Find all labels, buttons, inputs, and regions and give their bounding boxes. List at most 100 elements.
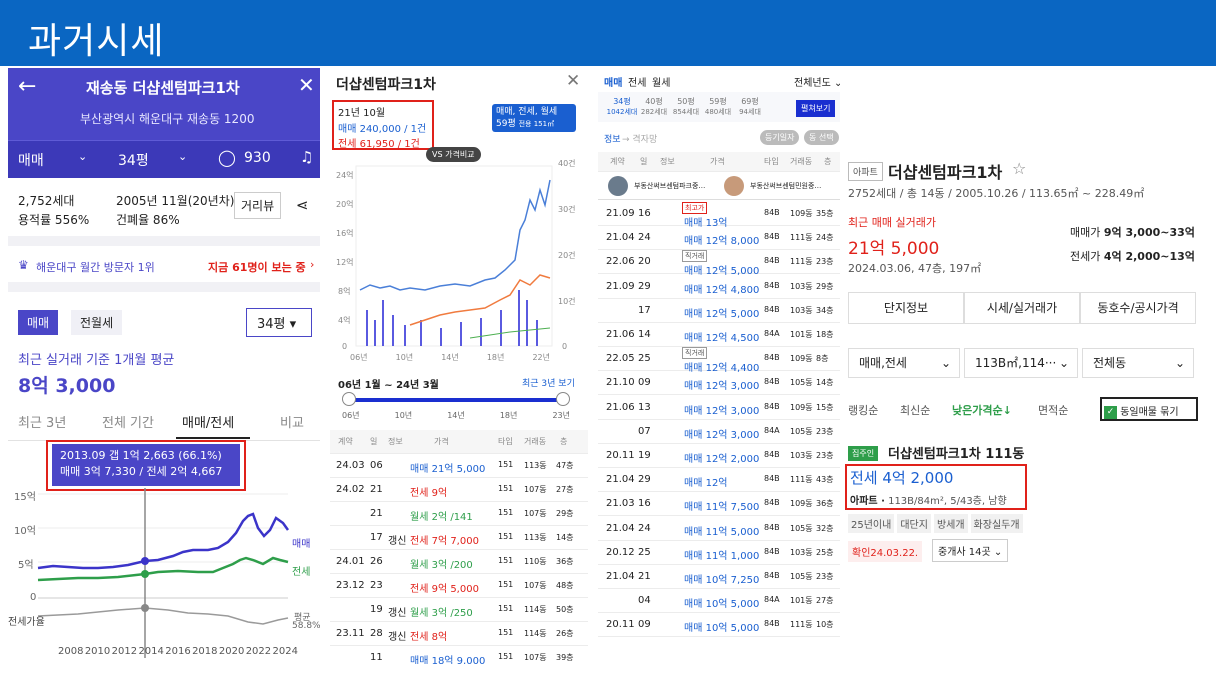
y-left-tick: 20억 [336, 200, 354, 209]
table-row[interactable]: 21.04 29 매매 12억 84B 111동 43층 [598, 468, 840, 493]
table-row[interactable]: 23.11 28 갱신 전세 8억 151 114동 26층 [330, 622, 588, 646]
slider-handle-right[interactable] [556, 392, 570, 406]
y-right-tick: 20건 [558, 251, 576, 260]
table-row[interactable]: 21.04 21 매매 10억 7,250 84B 105동 23층 [598, 565, 840, 589]
back-arrow-icon[interactable]: ← [18, 74, 36, 99]
size-select[interactable]: 34평 ▾ [246, 308, 312, 337]
dong-select-chip[interactable]: 동 선택 [804, 130, 839, 145]
table-row[interactable]: 19 갱신 월세 3억 /250 151 114동 50층 [330, 598, 588, 622]
tab-monthly[interactable]: 월세 [652, 74, 670, 89]
cell-dong: 109동 [790, 209, 813, 218]
comment-count[interactable]: 930 [244, 150, 271, 166]
agent-count-button[interactable]: 중개사 14곳 ⌄ [932, 539, 1009, 562]
checkbox-icon[interactable]: ✓ [1104, 405, 1117, 419]
close-icon[interactable]: ✕ [298, 73, 315, 97]
group-same-label: 동일매물 묶기 [1120, 407, 1179, 418]
table-row[interactable]: 21.06 14 매매 12억 4,500 84A 101동 18층 [598, 323, 840, 347]
comment-icon[interactable]: ◯ [218, 148, 236, 167]
x-tick: 2016 [165, 646, 191, 657]
table-row[interactable]: 21.04 24 매매 12억 8,000 84B 111동 24층 [598, 226, 840, 251]
rent-toggle[interactable]: 전월세 [71, 310, 123, 335]
dong-select[interactable]: 전체동 ⌄ [1082, 348, 1194, 378]
table-row[interactable]: 21 월세 2억 /141 151 107동 29층 [330, 502, 588, 526]
slider-handle-left[interactable] [342, 392, 356, 406]
table-row[interactable]: 17 갱신 전세 7억 7,000 151 113동 14층 [330, 526, 588, 550]
x-axis-labels: 06년 10년 14년 18년 22년 [350, 352, 550, 363]
tab-unit-price[interactable]: 동호수/공시가격 [1080, 292, 1196, 324]
sale-toggle[interactable]: 매매 [18, 310, 59, 335]
cell-price: 매매 12억 3,000 [684, 405, 760, 417]
tab-sale-rent[interactable]: 매매/전세 [182, 412, 234, 431]
size-dropdown[interactable]: 34평 [118, 150, 149, 170]
table-row[interactable]: 21.09 29 매매 12억 4,800 84B 103동 29층 [598, 275, 840, 299]
recent-3y-link[interactable]: 최근 3년 보기 [522, 376, 575, 389]
table-row[interactable]: 24.01 26 월세 3억 /200 151 110동 36층 [330, 550, 588, 574]
table-row[interactable]: 21.10 09 매매 12억 3,000 84B 105동 14층 [598, 371, 840, 396]
year-select[interactable]: 전체년도 ⌄ [794, 74, 840, 89]
size-option[interactable]: 59평 480세대 [702, 96, 734, 118]
tab-rent[interactable]: 전세 [628, 74, 646, 89]
col-header[interactable]: 가격 [710, 156, 725, 167]
size-option[interactable]: 69평 94세대 [734, 96, 766, 118]
tab-recent-3y[interactable]: 최근 3년 [18, 412, 66, 431]
table-row[interactable]: 23.12 23 전세 9억 5,000 151 107동 48층 [330, 574, 588, 598]
agent-name[interactable]: 부동산써브센텀파크중… [634, 181, 705, 191]
table-row[interactable]: 21.03 16 매매 11억 7,500 84B 109동 36층 [598, 492, 840, 517]
group-same-toggle[interactable]: ✓ 동일매물 묶기 [1100, 397, 1198, 421]
table-row[interactable]: 21.09 16 최고가 매매 13억 84B 109동 35층 [598, 202, 840, 229]
tab-price[interactable]: 시세/실거래가 [964, 292, 1080, 324]
filter-button[interactable]: 매매, 전세, 월세 59평 전용 151㎡ [492, 104, 576, 132]
size-option[interactable]: 40평 282세대 [638, 96, 670, 118]
col-header[interactable]: 가격 [434, 436, 449, 447]
sort-latest[interactable]: 최신순 [900, 402, 930, 418]
viewing-count[interactable]: 지금 61명이 보는 중 [208, 259, 306, 275]
agent-name[interactable]: 부동산써브센텀민원중… [750, 181, 821, 191]
sort-area[interactable]: 면적순 [1038, 402, 1068, 418]
cell-day: 29 [638, 280, 651, 292]
table-row[interactable]: 20.11 09 매매 10억 5,000 84B 111동 10층 [598, 613, 840, 638]
table-row[interactable]: 22.06 20 직거래 매매 12억 5,000 84B 111동 23층 [598, 250, 840, 277]
cell-day: 25 [638, 546, 651, 558]
table-row[interactable]: 22.05 25 직거래 매매 12억 4,400 84B 109동 8층 [598, 347, 840, 374]
tab-all-period[interactable]: 전체 기간 [102, 412, 154, 431]
cell-day: 07 [638, 425, 651, 437]
cell-info: 갱신 [388, 536, 407, 547]
deal-tag: 최고가 [682, 202, 708, 214]
cell-month: 24.03 [336, 460, 365, 471]
reg-date-chip[interactable]: 등기일자 [760, 130, 800, 145]
size-households: 854세대 [672, 108, 700, 116]
street-view-button[interactable]: 거리뷰 [234, 192, 282, 219]
table-row[interactable]: 11 매매 18억 9,000 151 107동 39층 [330, 646, 588, 664]
table-row[interactable]: 24.02 21 전세 9억 151 107동 27층 [330, 478, 588, 502]
share-icon[interactable]: ⋖ [296, 196, 309, 214]
size-option[interactable]: 34평 1042세대 [606, 96, 638, 118]
close-icon[interactable]: ✕ [566, 71, 580, 91]
table-row[interactable]: 24.03 06 매매 21억 5,000 151 113동 47층 [330, 454, 588, 478]
tab-compare[interactable]: 비교 [280, 412, 304, 431]
bell-icon[interactable]: ♫ [300, 148, 313, 166]
sort-lowest[interactable]: 낮은가격순↓ [952, 402, 1012, 418]
trade-dropdown[interactable]: 매매 [18, 150, 44, 170]
star-icon[interactable]: ☆ [1012, 159, 1026, 178]
tab-complex-info[interactable]: 단지정보 [848, 292, 964, 324]
sort-ranking[interactable]: 랭킹순 [848, 402, 878, 418]
table-row[interactable]: 20.11 19 매매 12억 2,000 84B 103동 23층 [598, 444, 840, 468]
table-row[interactable]: 04 매매 10억 5,000 84A 101동 27층 [598, 589, 840, 614]
trade-type-select[interactable]: 매매,전세 ⌄ [848, 348, 960, 378]
table-row[interactable]: 21.06 13 매매 12억 3,000 84B 109동 15층 [598, 396, 840, 420]
range-slider-track[interactable] [348, 398, 562, 402]
size-option[interactable]: 50평 854세대 [670, 96, 702, 118]
tab-sale[interactable]: 매매 [604, 74, 622, 89]
expand-button[interactable]: 펼쳐보기 [796, 100, 836, 117]
listing-title[interactable]: 더샵센텀파크1차 111동 [888, 443, 1024, 462]
cell-day: 19 [370, 604, 383, 615]
grid-label[interactable]: → 격자망 [622, 132, 657, 145]
table-row[interactable]: 17 매매 12억 5,000 84B 103동 34층 [598, 299, 840, 323]
trade-type-value: 매매,전세 [859, 356, 907, 370]
table-row[interactable]: 20.12 25 매매 11억 1,000 84B 103동 25층 [598, 541, 840, 565]
table-row[interactable]: 07 매매 12억 3,000 84A 105동 23층 [598, 420, 840, 444]
cell-price: 매매 11억 7,500 [684, 502, 760, 514]
bar [518, 290, 520, 346]
table-row[interactable]: 21.04 24 매매 11억 5,000 84B 105동 32층 [598, 517, 840, 541]
area-select[interactable]: 113B㎡,114··· ⌄ [964, 348, 1078, 378]
